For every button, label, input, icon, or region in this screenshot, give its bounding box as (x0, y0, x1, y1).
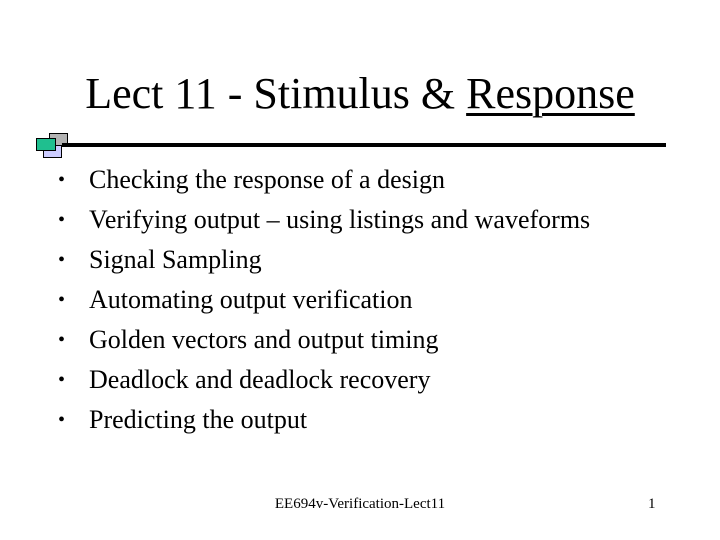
slide-footer: EE694v-Verification-Lect11 (274, 496, 446, 512)
bullet-text: Deadlock and deadlock recovery (89, 365, 431, 394)
bullet-text: Checking the response of a design (89, 165, 445, 194)
bullet-text: Verifying output – using listings and wa… (89, 205, 591, 234)
bullet-text: Signal Sampling (89, 245, 262, 274)
bullet-dot-icon: • (58, 289, 66, 311)
bullet-dot-icon: • (58, 209, 66, 231)
bullet-dot-icon: • (58, 369, 66, 391)
green-square-icon (36, 138, 56, 151)
title-underlined-word: Response (466, 69, 635, 118)
title-divider-rule (62, 143, 666, 147)
slide-title: Lect 11 - Stimulus & Response (0, 66, 720, 122)
title-text: Lect 11 - Stimulus & (85, 69, 467, 118)
bullet-dot-icon: • (58, 409, 66, 431)
slide-page-number: 1 (648, 496, 656, 512)
bullet-text: Predicting the output (89, 405, 308, 434)
bullet-text: Automating output verification (89, 285, 413, 314)
bullet-dot-icon: • (58, 249, 66, 271)
bullet-text: Golden vectors and output timing (89, 325, 439, 354)
slide: Lect 11 - Stimulus & Response • Checking… (0, 0, 720, 540)
bullet-dot-icon: • (58, 169, 66, 191)
bullet-dot-icon: • (58, 329, 66, 351)
